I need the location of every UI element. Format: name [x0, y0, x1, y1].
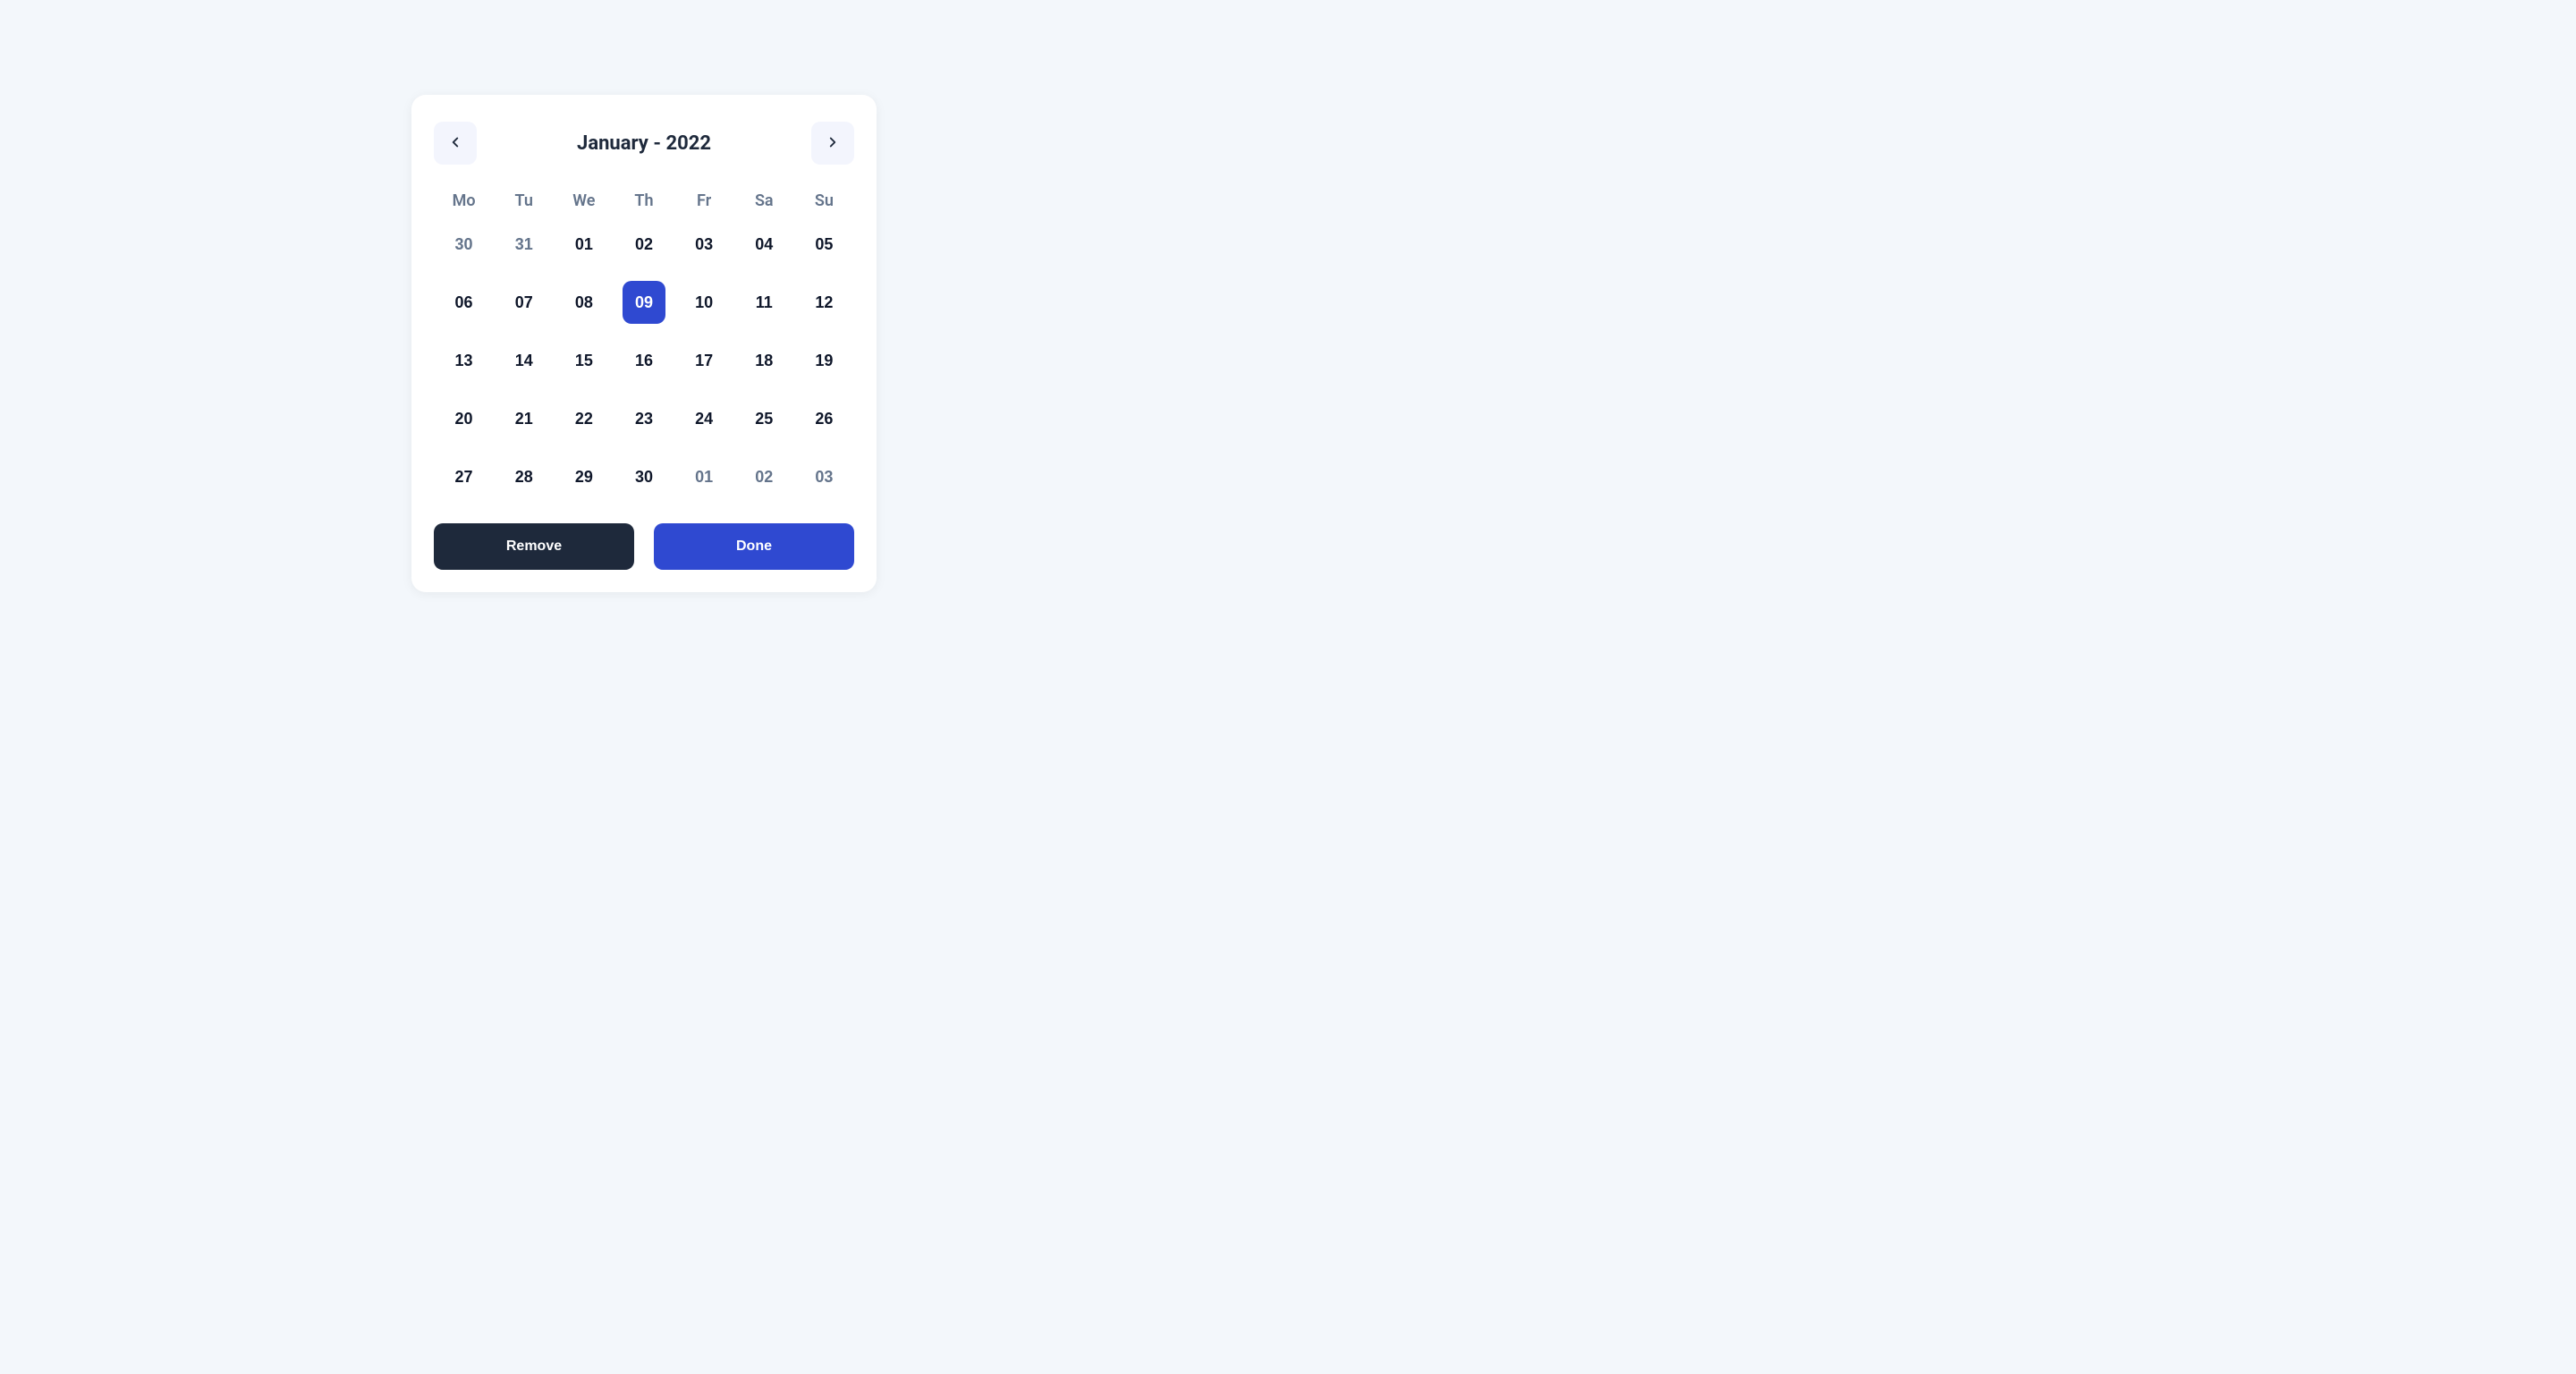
remove-button[interactable]: Remove — [434, 523, 634, 570]
day-cell: 26 — [794, 397, 854, 440]
day-button[interactable]: 28 — [503, 455, 546, 498]
day-cell: 31 — [494, 223, 554, 266]
day-button[interactable]: 30 — [623, 455, 665, 498]
day-button[interactable]: 13 — [443, 339, 486, 382]
chevron-right-icon — [825, 134, 841, 153]
day-cell: 07 — [494, 281, 554, 324]
chevron-left-icon — [447, 134, 463, 153]
day-cell: 18 — [734, 339, 794, 382]
day-cell: 02 — [614, 223, 674, 266]
action-row: Remove Done — [434, 523, 854, 570]
day-button[interactable]: 25 — [742, 397, 785, 440]
day-cell: 12 — [794, 281, 854, 324]
day-cell: 27 — [434, 455, 494, 498]
day-button[interactable]: 06 — [443, 281, 486, 324]
day-cell: 11 — [734, 281, 794, 324]
day-cell: 29 — [554, 455, 614, 498]
day-cell: 24 — [674, 397, 734, 440]
day-button[interactable]: 29 — [563, 455, 606, 498]
day-cell: 03 — [794, 455, 854, 498]
day-cell: 01 — [674, 455, 734, 498]
day-button[interactable]: 05 — [802, 223, 845, 266]
day-cell: 05 — [794, 223, 854, 266]
day-button[interactable]: 23 — [623, 397, 665, 440]
day-cell: 17 — [674, 339, 734, 382]
day-cell: 30 — [434, 223, 494, 266]
day-cell: 15 — [554, 339, 614, 382]
day-button[interactable]: 02 — [623, 223, 665, 266]
day-cell: 04 — [734, 223, 794, 266]
day-cell: 23 — [614, 397, 674, 440]
day-button[interactable]: 24 — [682, 397, 725, 440]
day-button[interactable]: 10 — [682, 281, 725, 324]
day-button[interactable]: 26 — [802, 397, 845, 440]
day-cell: 21 — [494, 397, 554, 440]
done-button[interactable]: Done — [654, 523, 854, 570]
day-button[interactable]: 18 — [742, 339, 785, 382]
day-cell: 08 — [554, 281, 614, 324]
day-button[interactable]: 12 — [802, 281, 845, 324]
day-button[interactable]: 09 — [623, 281, 665, 324]
day-cell: 10 — [674, 281, 734, 324]
weekday-label: Sa — [734, 191, 794, 210]
day-cell: 13 — [434, 339, 494, 382]
day-cell: 25 — [734, 397, 794, 440]
day-cell: 03 — [674, 223, 734, 266]
days-grid: 30 31 01 02 03 04 05 06 07 08 09 10 11 12 13 14 15 16 17 18… — [434, 223, 854, 498]
day-button[interactable]: 03 — [802, 455, 845, 498]
month-year-title: January - 2022 — [577, 132, 711, 155]
day-cell: 28 — [494, 455, 554, 498]
prev-month-button[interactable] — [434, 122, 477, 165]
day-button[interactable]: 17 — [682, 339, 725, 382]
day-button[interactable]: 02 — [742, 455, 785, 498]
day-cell: 19 — [794, 339, 854, 382]
day-cell: 02 — [734, 455, 794, 498]
day-button[interactable]: 30 — [443, 223, 486, 266]
day-button[interactable]: 31 — [503, 223, 546, 266]
weekday-label: Th — [614, 191, 674, 210]
day-cell: 01 — [554, 223, 614, 266]
day-button[interactable]: 07 — [503, 281, 546, 324]
day-cell: 20 — [434, 397, 494, 440]
day-button[interactable]: 21 — [503, 397, 546, 440]
day-button[interactable]: 16 — [623, 339, 665, 382]
day-cell: 30 — [614, 455, 674, 498]
weekday-label: We — [554, 191, 614, 210]
date-picker: January - 2022 MoTuWeThFrSaSu 30 31 01 02 03… — [411, 95, 877, 592]
day-button[interactable]: 15 — [563, 339, 606, 382]
day-cell: 16 — [614, 339, 674, 382]
day-button[interactable]: 14 — [503, 339, 546, 382]
day-button[interactable]: 04 — [742, 223, 785, 266]
weekday-label: Mo — [434, 191, 494, 210]
weekday-label: Su — [794, 191, 854, 210]
day-button[interactable]: 11 — [742, 281, 785, 324]
day-cell: 09 — [614, 281, 674, 324]
date-picker-header: January - 2022 — [434, 122, 854, 165]
day-button[interactable]: 19 — [802, 339, 845, 382]
next-month-button[interactable] — [811, 122, 854, 165]
day-button[interactable]: 03 — [682, 223, 725, 266]
weekday-label: Fr — [674, 191, 734, 210]
day-button[interactable]: 01 — [563, 223, 606, 266]
day-button[interactable]: 20 — [443, 397, 486, 440]
weekday-row: MoTuWeThFrSaSu — [434, 191, 854, 210]
day-button[interactable]: 22 — [563, 397, 606, 440]
day-button[interactable]: 27 — [443, 455, 486, 498]
day-cell: 22 — [554, 397, 614, 440]
day-button[interactable]: 01 — [682, 455, 725, 498]
day-cell: 06 — [434, 281, 494, 324]
day-cell: 14 — [494, 339, 554, 382]
day-button[interactable]: 08 — [563, 281, 606, 324]
weekday-label: Tu — [494, 191, 554, 210]
